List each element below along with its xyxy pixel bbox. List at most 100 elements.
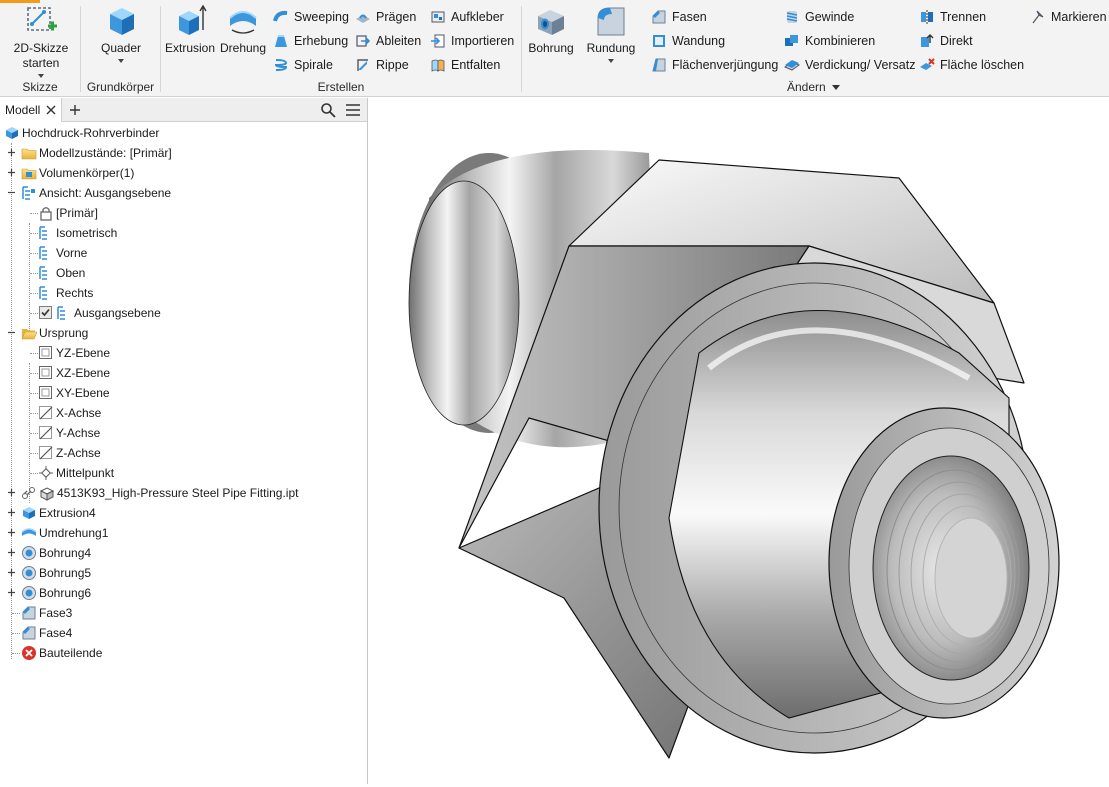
tree-item-fase3[interactable]: Fase3 [21,603,72,623]
checkbox-icon[interactable] [38,305,54,321]
ableiten-button[interactable]: Ableiten [355,30,421,52]
expand-icon[interactable] [7,168,16,177]
tree-item-z-achse[interactable]: Z-Achse [38,443,101,463]
tree-item-label: Ursprung [39,326,89,340]
flaechenverjuengung-label: Flächenverjüngung [672,58,779,72]
panel-title-aendern[interactable]: Ändern [787,80,1022,94]
entfalten-button[interactable]: Entfalten [430,54,500,76]
tree-line [12,613,20,614]
add-tab-icon[interactable] [68,103,82,117]
loft-icon [275,35,287,47]
close-icon[interactable] [44,103,58,117]
sweeping-button[interactable]: Sweeping [273,6,349,28]
tree-item-umdrehung1[interactable]: Umdrehung1 [21,523,108,543]
expand-icon[interactable] [7,148,16,157]
work-plane-icon [39,386,52,399]
tree-item-bohrung5[interactable]: Bohrung5 [21,563,91,583]
tree-item-mittelpunkt[interactable]: Mittelpunkt [38,463,114,483]
work-axis-icon [39,446,53,460]
tree-item-modellzustaende[interactable]: Modellzustände: [Primär] [21,143,172,163]
expand-icon[interactable] [7,548,16,557]
flaeche-loeschen-button[interactable]: Fläche löschen [919,54,1024,76]
expand-icon[interactable] [7,528,16,537]
tree-line [29,223,30,333]
trennen-button[interactable]: Trennen [919,6,986,28]
praegen-button[interactable]: Prägen [355,6,416,28]
tree-line [30,373,38,374]
tree-item-xz-ebene[interactable]: XZ-Ebene [38,363,110,383]
tree-item-primaer[interactable]: [Primär] [38,203,98,223]
expand-icon[interactable] [7,568,16,577]
tree-item-rechts[interactable]: Rechts [38,283,93,303]
entfalten-label: Entfalten [451,58,501,72]
tree-item-fase4[interactable]: Fase4 [21,623,72,643]
spirale-button[interactable]: Spirale [273,54,333,76]
fasen-button[interactable]: Fasen [651,6,707,28]
tree-item-derived-part[interactable]: 4513K93_High-Pressure Steel Pipe Fitting… [21,483,298,503]
lock-icon [40,207,52,221]
tree-item-ansicht[interactable]: Ansicht: Ausgangsebene [21,183,171,203]
tree-item-bohrung6[interactable]: Bohrung6 [21,583,91,603]
menu-icon[interactable] [345,103,361,117]
aufkleber-button[interactable]: Aufkleber [430,6,504,28]
expand-icon[interactable] [7,588,16,597]
bohrung-button[interactable]: Bohrung [525,4,577,56]
tree-item-bohrung4[interactable]: Bohrung4 [21,543,91,563]
revolve-icon [229,11,257,34]
tree-item-ursprung[interactable]: Ursprung [21,323,88,343]
tree-item-ausgangsebene[interactable]: Ausgangsebene [38,303,161,323]
flaeche-loeschen-label: Fläche löschen [940,58,1025,72]
erhebung-label: Erhebung [294,34,349,48]
direkt-button[interactable]: Direkt [919,30,973,52]
drehung-label: Drehung [219,41,267,55]
emboss-icon [356,14,370,23]
rippe-button[interactable]: Rippe [355,54,409,76]
expand-icon[interactable] [7,508,16,517]
2d-skizze-starten-button[interactable]: 2D-Skizze starten [8,4,74,78]
erhebung-button[interactable]: Erhebung [273,30,348,52]
kombinieren-button[interactable]: Kombinieren [784,30,875,52]
collapse-icon[interactable] [7,328,16,337]
tree-item-oben[interactable]: Oben [38,263,85,283]
tree-item-label: Oben [56,266,86,280]
tree-item-vorne[interactable]: Vorne [38,243,87,263]
tree-item-label: YZ-Ebene [56,346,111,360]
bohrung-label: Bohrung [528,41,574,55]
praegen-label: Prägen [376,10,417,24]
search-icon[interactable] [320,102,336,118]
verdickung-versatz-button[interactable]: Verdickung/ Versatz [784,54,915,76]
decal-icon [431,11,445,23]
flaechenverjuengung-button[interactable]: Flächenverjüngung [651,54,778,76]
expand-icon[interactable] [7,488,16,497]
rundung-label: Rundung [586,41,636,55]
drehung-button[interactable]: Drehung [219,4,267,56]
tree-item-label: Ansicht: Ausgangsebene [39,186,172,200]
tree-item-yz-ebene[interactable]: YZ-Ebene [38,343,110,363]
tree-item-bauteilende[interactable]: Bauteilende [21,643,102,663]
rundung-button[interactable]: Rundung [584,4,638,63]
gewinde-button[interactable]: Gewinde [784,6,854,28]
tree-item-x-achse[interactable]: X-Achse [38,403,101,423]
tree-line [30,473,38,474]
tree-item-label: Bauteilende [39,646,103,660]
tree-item-xy-ebene[interactable]: XY-Ebene [38,383,110,403]
box-icon [110,8,134,35]
tree-item-label: Umdrehung1 [39,526,109,540]
collapse-icon[interactable] [7,188,16,197]
graphics-viewport[interactable] [369,98,1109,784]
camera-view-icon [39,266,47,280]
quader-label: Quader [100,41,142,55]
pipe-fitting-model[interactable] [369,98,1109,784]
work-axis-icon [39,426,53,440]
tree-item-y-achse[interactable]: Y-Achse [38,423,100,443]
wandung-button[interactable]: Wandung [651,30,725,52]
tree-item-isometrisch[interactable]: Isometrisch [38,223,117,243]
quader-button[interactable]: Quader [91,4,151,63]
derive-icon [356,35,371,47]
tree-item-hochdruck-rohrverbinder[interactable]: Hochdruck-Rohrverbinder [4,123,159,143]
extrusion-button[interactable]: Extrusion [163,4,217,56]
tree-item-extrusion4[interactable]: Extrusion4 [21,503,96,523]
tree-item-volumenkoerper[interactable]: Volumenkörper(1) [21,163,134,183]
importieren-button[interactable]: Importieren [430,30,514,52]
markieren-button[interactable]: Markieren [1030,6,1107,28]
